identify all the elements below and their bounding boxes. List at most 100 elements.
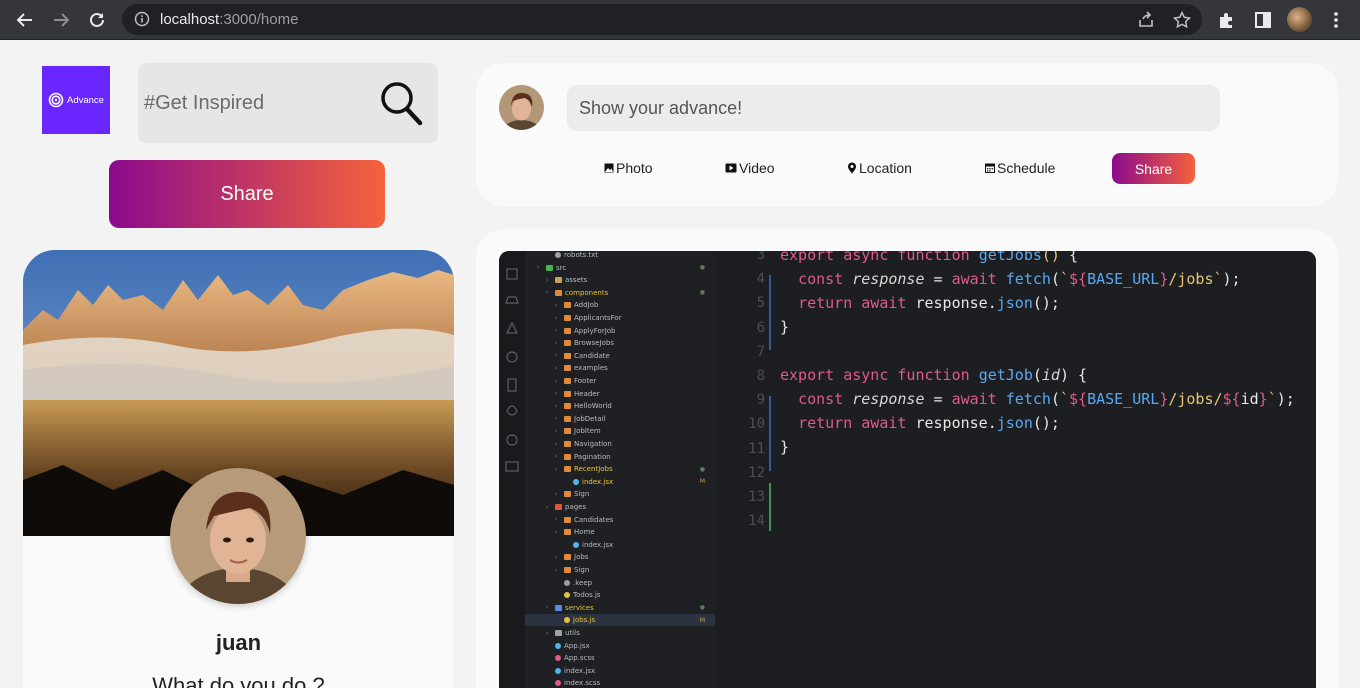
side-panel-icon[interactable]	[1251, 8, 1275, 32]
code-line-11: }	[780, 438, 790, 456]
back-arrow-icon[interactable]	[13, 8, 37, 32]
explorer-item[interactable]: › utils	[525, 627, 715, 639]
option-location[interactable]: Location	[847, 160, 912, 176]
explorer-item[interactable]: › Footer	[525, 375, 715, 387]
site-info-icon[interactable]	[134, 11, 150, 32]
explorer-item[interactable]: › JobDetail	[525, 413, 715, 425]
option-photo[interactable]: Photo	[604, 160, 653, 176]
explorer-item[interactable]: › examples	[525, 362, 715, 374]
explorer-item[interactable]: jobs.js M	[525, 614, 715, 627]
chevron-icon: ›	[555, 490, 558, 498]
post-image-code-screenshot[interactable]: robots.txt › src ● › assets › components ● › AddJo…	[499, 251, 1316, 688]
browser-menu-icon[interactable]	[1324, 8, 1348, 32]
explorer-item-label: .keep	[573, 578, 593, 587]
share-page-icon[interactable]	[1136, 10, 1156, 30]
explorer-item[interactable]: robots.txt	[525, 251, 715, 261]
explorer-item[interactable]: › Candidate	[525, 350, 715, 362]
explorer-item-label: Pagination	[574, 452, 611, 461]
explorer-item[interactable]: › Jobs	[525, 551, 715, 563]
sidebar-share-button[interactable]: Share	[109, 160, 385, 228]
chevron-icon: ›	[555, 364, 558, 372]
code-line-8: export async function getJob(id) {	[780, 366, 1088, 384]
composer-share-button[interactable]: Share	[1112, 153, 1195, 184]
folder-icon	[546, 264, 553, 271]
feed-post: robots.txt › src ● › assets › components ● › AddJo…	[476, 229, 1338, 688]
option-location-label: Location	[859, 160, 912, 176]
explorer-item[interactable]: › ApplicantsFor	[525, 312, 715, 324]
explorer-item-label: components	[565, 288, 609, 297]
line-number: 8	[756, 368, 765, 384]
explorer-item[interactable]: index.jsx M	[525, 476, 715, 488]
reload-icon[interactable]	[85, 8, 109, 32]
browser-profile-avatar[interactable]	[1287, 7, 1312, 32]
explorer-item[interactable]: › JobItem	[525, 425, 715, 437]
line-number: 7	[756, 343, 765, 360]
explorer-item[interactable]: › Navigation	[525, 438, 715, 450]
folder-icon	[564, 302, 571, 309]
explorer-item-label: ApplicantsFor	[574, 314, 622, 322]
option-schedule[interactable]: Schedule	[985, 160, 1055, 176]
editor-activity-bar	[499, 251, 525, 688]
folder-icon	[555, 630, 562, 636]
extensions-puzzle-icon[interactable]	[1215, 8, 1239, 32]
explorer-item[interactable]: index.jsx	[525, 539, 715, 551]
explorer-item[interactable]: index.scss	[525, 677, 715, 688]
profile-avatar[interactable]	[170, 468, 306, 604]
explorer-item[interactable]: › Candidates	[525, 514, 715, 526]
explorer-item-label: examples	[574, 364, 608, 373]
line-number: 11	[748, 440, 765, 457]
browser-toolbar: localhost:3000/home	[0, 0, 1360, 40]
explorer-item[interactable]: App.jsx	[525, 640, 715, 652]
app-logo[interactable]: Advance	[42, 66, 110, 134]
explorer-item-label: robots.txt	[564, 251, 598, 259]
file-icon	[573, 541, 579, 548]
folder-icon	[555, 277, 562, 284]
explorer-item[interactable]: › components ●	[525, 287, 715, 299]
address-bar[interactable]: localhost:3000/home	[122, 4, 1202, 35]
explorer-item[interactable]: › assets	[525, 274, 715, 286]
line-number: 13	[748, 489, 765, 505]
file-icon	[555, 667, 561, 674]
explorer-item[interactable]: › Sign	[525, 488, 715, 500]
folder-icon	[564, 428, 571, 435]
explorer-item-label: index.scss	[564, 679, 601, 688]
modified-dot: ●	[699, 465, 705, 473]
explorer-item[interactable]: › ApplyForJob	[525, 325, 715, 337]
folder-icon	[564, 378, 571, 384]
explorer-item-label: Navigation	[574, 440, 612, 448]
chevron-icon: ›	[555, 314, 558, 322]
post-input[interactable]	[567, 85, 1220, 131]
explorer-item[interactable]: App.scss	[525, 652, 715, 664]
line-number: 10	[748, 416, 765, 433]
explorer-item[interactable]: › src ●	[525, 262, 715, 274]
bookmark-star-icon[interactable]	[1172, 10, 1192, 30]
option-schedule-label: Schedule	[997, 160, 1056, 176]
explorer-item[interactable]: .keep	[525, 577, 715, 589]
explorer-item[interactable]: › HelloWorld	[525, 400, 715, 412]
explorer-item[interactable]: › services ●	[525, 602, 715, 614]
folder-icon	[564, 390, 571, 397]
explorer-item[interactable]: index.jsx	[525, 665, 715, 677]
forward-arrow-icon[interactable]	[49, 8, 73, 32]
chevron-icon: ›	[555, 528, 558, 536]
explorer-item[interactable]: › Home	[525, 526, 715, 538]
folder-icon	[564, 516, 571, 523]
explorer-item-label: Footer	[574, 377, 597, 385]
explorer-item[interactable]: › AddJob	[525, 299, 715, 311]
option-video[interactable]: Video	[725, 160, 775, 176]
profile-name: juan	[215, 630, 262, 655]
explorer-item[interactable]: › BrowseJobs	[525, 337, 715, 349]
explorer-item[interactable]: › Header	[525, 388, 715, 400]
explorer-item[interactable]: Todos.js	[525, 589, 715, 601]
composer-avatar[interactable]	[499, 85, 544, 130]
explorer-item[interactable]: › RecentJobs ●	[525, 463, 715, 475]
explorer-item[interactable]: › Sign	[525, 564, 715, 576]
explorer-item[interactable]: › Pagination	[525, 451, 715, 463]
chevron-icon: ›	[555, 553, 558, 561]
chevron-icon: ›	[546, 629, 549, 637]
chevron-icon: ›	[555, 339, 558, 347]
search-icon[interactable]	[378, 79, 424, 132]
line-number: 9	[756, 392, 765, 409]
explorer-item[interactable]: › pages	[525, 501, 715, 513]
search-input[interactable]	[144, 85, 364, 121]
